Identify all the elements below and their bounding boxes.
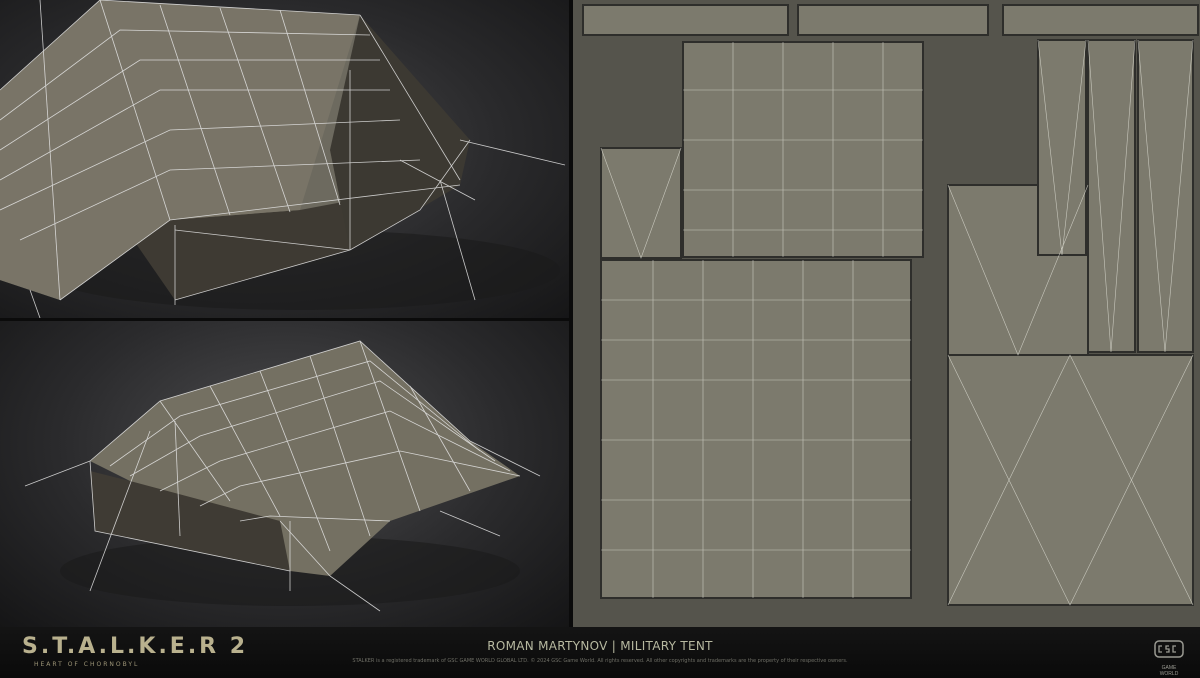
tent-wireframe-bottom [24, 340, 541, 612]
tent-render-top-view [0, 0, 569, 318]
uv-layout-panel [573, 0, 1200, 627]
studio-logo: GAME WORLD [1152, 640, 1186, 677]
legal-notice: STALKER is a registered trademark of GSC… [352, 658, 848, 664]
uv-map-wireframe [573, 0, 1200, 627]
artist-credit: ROMAN MARTYNOV | MILITARY TENT [487, 639, 713, 653]
tent-wireframe-top [0, 0, 566, 318]
gsc-logo-icon [1154, 640, 1184, 658]
studio-name: GAME WORLD [1159, 665, 1179, 677]
tent-render-bottom-view [0, 321, 569, 627]
